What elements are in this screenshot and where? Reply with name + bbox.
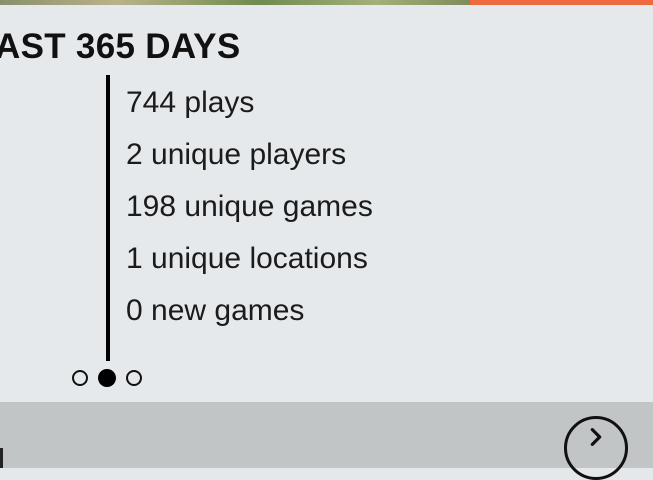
next-button[interactable]: [564, 416, 628, 480]
stat-new-games: 0 new games: [126, 294, 305, 327]
stat-unique-games: 198 unique games: [126, 190, 373, 223]
stats-card: AST 365 DAYS 744 plays 2 unique players …: [0, 5, 653, 402]
page-dot-2-active[interactable]: [98, 369, 116, 387]
footer-bar: [0, 402, 653, 468]
stat-plays: 744 plays: [126, 86, 255, 119]
chevron-right-icon: [590, 428, 602, 446]
footer-edge-marker: [0, 448, 3, 468]
stat-unique-players: 2 unique players: [126, 138, 347, 171]
page-dot-3[interactable]: [126, 370, 142, 386]
section-title: AST 365 DAYS: [0, 27, 241, 66]
stats-divider: [106, 75, 110, 361]
page-indicator: [72, 369, 142, 387]
page-dot-1[interactable]: [72, 370, 88, 386]
stats-list: 744 plays 2 unique players 198 unique ga…: [126, 77, 373, 337]
stat-unique-locations: 1 unique locations: [126, 242, 368, 275]
